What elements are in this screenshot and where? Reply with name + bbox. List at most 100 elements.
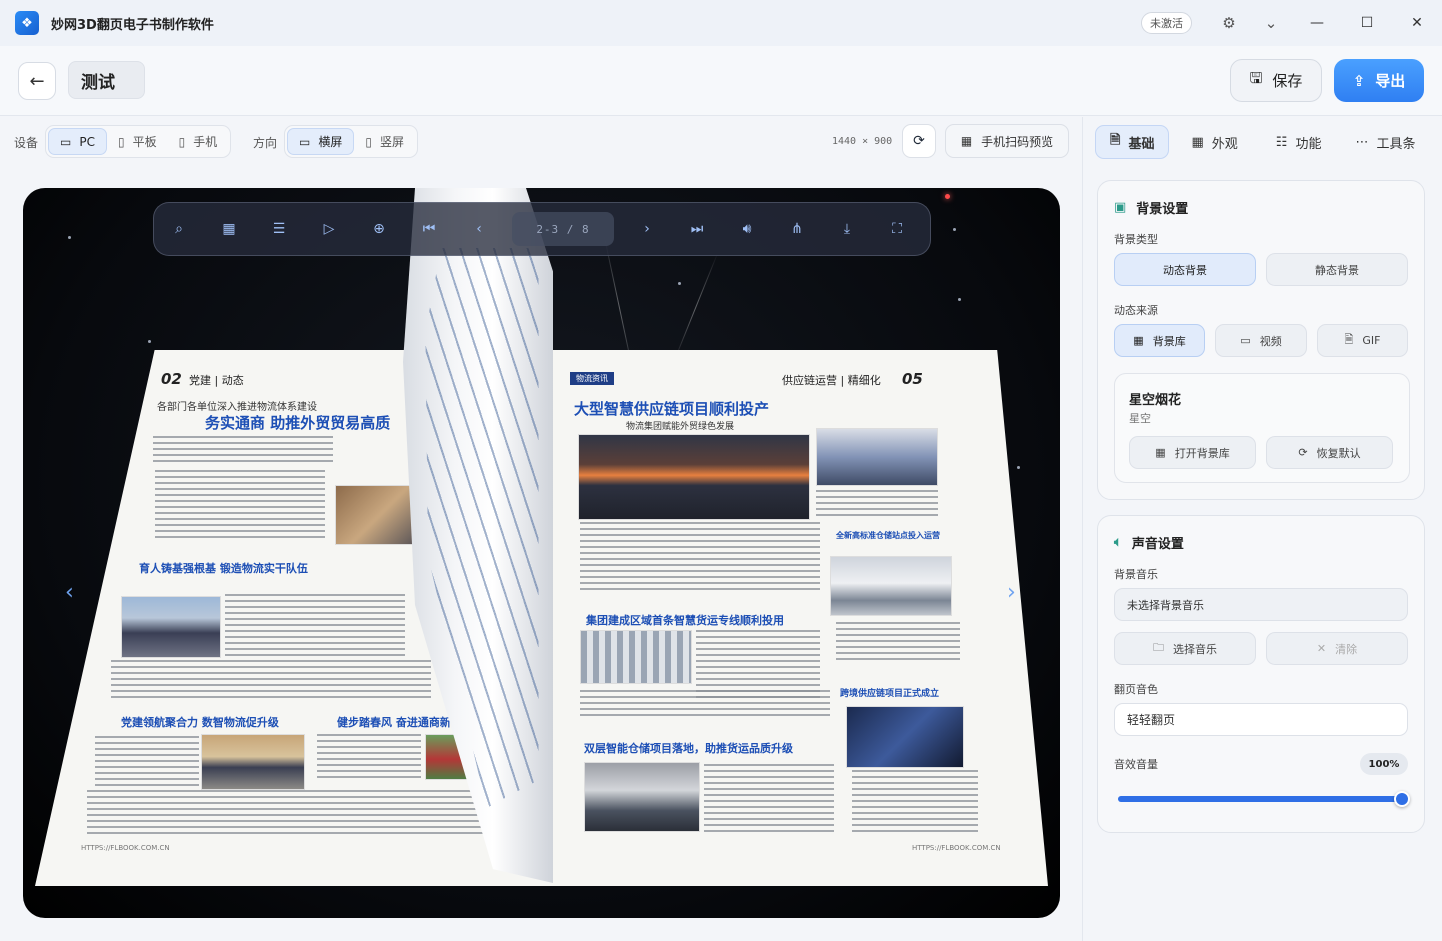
tab-basic[interactable]: 🗎 基础 bbox=[1095, 125, 1170, 159]
save-button[interactable]: 🖫 保存 bbox=[1230, 59, 1322, 102]
grid-icon: ▦ bbox=[1191, 134, 1204, 150]
tab-toolbar-label: 工具条 bbox=[1376, 136, 1416, 152]
dynamic-background-button[interactable]: 动态背景 bbox=[1114, 253, 1256, 286]
zoom-in-button[interactable]: ⊕ bbox=[354, 202, 404, 256]
open-library-button[interactable]: ▦ 打开背景库 bbox=[1129, 436, 1256, 469]
sound-button[interactable]: 🔊︎ bbox=[722, 202, 772, 256]
left-page-intro: 各部门各单位深入推进物流体系建设 bbox=[157, 402, 317, 413]
orientation-label: 方向 bbox=[253, 136, 278, 150]
static-background-button[interactable]: 静态背景 bbox=[1266, 253, 1408, 286]
maximize-icon[interactable]: ☐ bbox=[1342, 0, 1392, 46]
background-music-field[interactable]: 未选择背景音乐 bbox=[1114, 588, 1408, 621]
doc-icon: 🗎 bbox=[1110, 133, 1121, 148]
orientation-portrait-button[interactable]: ▯ 竖屏 bbox=[354, 128, 415, 155]
qr-preview-button[interactable]: ▦ 手机扫码预览 bbox=[945, 124, 1069, 158]
orientation-landscape-button[interactable]: ▭ 横屏 bbox=[287, 128, 355, 155]
tab-appearance-label: 外观 bbox=[1211, 136, 1238, 152]
download-button[interactable]: ⤓ bbox=[822, 202, 872, 256]
settings-panel: 🗎 基础 ▦ 外观 ☷ 功能 ⋯ 工具条 ▣ 背景设置 背景类型 动态背景 静态… bbox=[1082, 117, 1442, 941]
refresh-button[interactable]: ⟳ bbox=[902, 124, 936, 158]
flipbook[interactable]: 02 党建 | 动态 各部门各单位深入推进物流体系建设 务实通商 助推外贸贸易高… bbox=[23, 188, 1060, 918]
source-gif-button[interactable]: 🗎 GIF bbox=[1317, 324, 1408, 357]
source-library-button[interactable]: ▦ 背景库 bbox=[1114, 324, 1205, 357]
article-text bbox=[580, 690, 830, 720]
article-text bbox=[852, 770, 978, 834]
close-icon[interactable]: ✕ bbox=[1392, 0, 1442, 46]
left-page-headline: 务实通商 助推外贸贸易高质 bbox=[205, 414, 391, 432]
app-title: 妙网3D翻页电子书制作软件 bbox=[51, 17, 214, 33]
thumbnails-button[interactable]: ▦ bbox=[204, 202, 254, 256]
save-label: 保存 bbox=[1272, 72, 1303, 90]
back-button[interactable]: ← bbox=[18, 62, 56, 100]
export-button[interactable]: ⇪ 导出 bbox=[1334, 59, 1424, 102]
volume-slider-fill bbox=[1118, 796, 1402, 802]
right-page[interactable]: 物流资讯 供应链运营 | 精细化 05 大型智慧供应链项目顺利投产 物流集团赋能… bbox=[540, 350, 1048, 886]
conveyor-photo bbox=[580, 630, 692, 684]
article-text bbox=[153, 436, 333, 462]
right-page-headline: 大型智慧供应链项目顺利投产 bbox=[574, 400, 770, 418]
folder-icon: 🗀 bbox=[1153, 641, 1164, 654]
tab-toolbar[interactable]: ⋯ 工具条 bbox=[1341, 125, 1429, 159]
device-pc-button[interactable]: ▭ PC bbox=[48, 128, 107, 155]
clear-music-button[interactable]: ✕ 清除 bbox=[1266, 632, 1408, 665]
minimize-icon[interactable]: — bbox=[1292, 0, 1342, 46]
zoom-in-icon: ⊕ bbox=[373, 221, 385, 237]
dynamic-source-label: 动态来源 bbox=[1114, 304, 1158, 317]
cold-storage-photo bbox=[584, 762, 700, 832]
prev-page-arrow-icon[interactable]: ‹ bbox=[65, 580, 74, 605]
share-button[interactable]: ⋔ bbox=[772, 202, 822, 256]
toc-button[interactable]: ☰ bbox=[254, 202, 304, 256]
document-title[interactable]: 测试 bbox=[68, 61, 145, 99]
team-photo bbox=[201, 734, 305, 790]
autoplay-button[interactable]: ▷ bbox=[304, 202, 354, 256]
article-text bbox=[87, 790, 507, 834]
share-icon: ⋔ bbox=[791, 221, 803, 237]
flip-sound-select[interactable]: 轻轻翻页 bbox=[1114, 703, 1408, 736]
device-tablet-label: 平板 bbox=[132, 135, 157, 149]
signing-photo bbox=[846, 706, 964, 768]
volume-value: 100% bbox=[1360, 753, 1408, 775]
file-image-icon: 🗎 bbox=[1344, 333, 1354, 346]
grid-icon: ▦ bbox=[1133, 334, 1144, 347]
device-phone-button[interactable]: ▯ 手机 bbox=[168, 128, 229, 155]
tab-basic-label: 基础 bbox=[1128, 136, 1155, 152]
tab-appearance[interactable]: ▦ 外观 bbox=[1177, 125, 1251, 159]
flipbook-preview[interactable]: 02 党建 | 动态 各部门各单位深入推进物流体系建设 务实通商 助推外贸贸易高… bbox=[23, 188, 1060, 918]
fullscreen-icon: ⛶ bbox=[892, 221, 902, 237]
sound-settings-title: 🔈︎ 声音设置 bbox=[1114, 533, 1184, 552]
choose-music-button[interactable]: 🗀 选择音乐 bbox=[1114, 632, 1256, 665]
next-page-button[interactable]: › bbox=[622, 202, 672, 256]
next-page-arrow-icon[interactable]: › bbox=[1007, 580, 1016, 605]
tablet-icon: ▯ bbox=[117, 134, 125, 149]
static-background-label: 静态背景 bbox=[1315, 263, 1359, 277]
left-page-section: 党建 | 动态 bbox=[189, 374, 244, 387]
left-page-headline-2: 育人铸基强根基 锻造物流实干队伍 bbox=[139, 562, 308, 575]
article-text bbox=[155, 470, 325, 540]
volume-slider[interactable] bbox=[1118, 791, 1410, 807]
restore-default-label: 恢复默认 bbox=[1316, 446, 1361, 460]
source-video-button[interactable]: ▭ 视频 bbox=[1215, 324, 1307, 357]
background-settings-title: ▣ 背景设置 bbox=[1114, 198, 1188, 217]
volume-slider-thumb[interactable] bbox=[1394, 791, 1410, 807]
sound-settings-label: 声音设置 bbox=[1131, 537, 1184, 552]
first-page-button[interactable]: ⏮ bbox=[404, 202, 454, 256]
restore-default-button[interactable]: ⟳ 恢复默认 bbox=[1266, 436, 1393, 469]
search-button[interactable]: ⌕ bbox=[154, 202, 204, 256]
gear-icon[interactable]: ⚙ bbox=[1208, 0, 1250, 46]
background-music-label: 背景音乐 bbox=[1114, 568, 1158, 581]
prev-page-button[interactable]: ‹ bbox=[454, 202, 504, 256]
article-text bbox=[111, 660, 431, 700]
grid-icon: ▦ bbox=[1155, 446, 1166, 459]
activation-badge[interactable]: 未激活 bbox=[1141, 12, 1192, 34]
last-page-button[interactable]: ⏭ bbox=[672, 202, 722, 256]
page-indicator[interactable]: 2-3 / 8 bbox=[512, 212, 614, 246]
chevron-down-icon[interactable]: ⌄ bbox=[1250, 0, 1292, 46]
device-tablet-button[interactable]: ▯ 平板 bbox=[107, 128, 168, 155]
toc-icon: ☰ bbox=[272, 221, 286, 237]
tab-features[interactable]: ☷ 功能 bbox=[1262, 125, 1336, 159]
article-text bbox=[580, 522, 820, 592]
refresh-icon: ⟳ bbox=[1298, 446, 1308, 459]
fullscreen-button[interactable]: ⛶ bbox=[872, 202, 922, 256]
source-gif-label: GIF bbox=[1362, 334, 1381, 347]
video-icon: ▭ bbox=[1240, 334, 1251, 347]
